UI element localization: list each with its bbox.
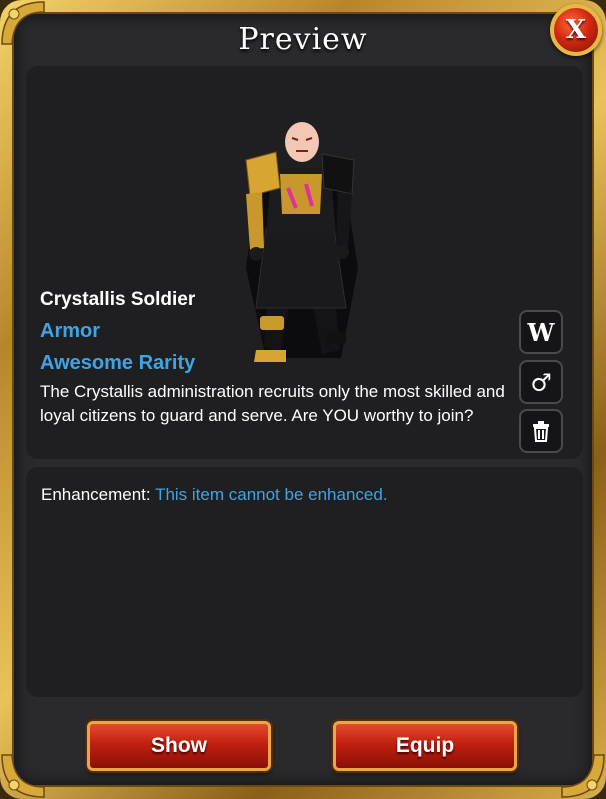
delete-button[interactable] <box>519 409 563 453</box>
close-button[interactable]: X <box>550 4 602 56</box>
item-rarity: Awesome Rarity <box>40 352 196 374</box>
wiki-icon: W <box>527 317 555 347</box>
close-icon: X <box>565 15 587 45</box>
equip-button[interactable]: Equip <box>333 721 517 771</box>
character-preview-image <box>245 122 358 362</box>
item-name: Crystallis Soldier <box>40 289 196 310</box>
show-button[interactable]: Show <box>87 721 271 771</box>
trash-icon <box>533 421 549 442</box>
bottom-left-ornament <box>1 754 45 798</box>
enhancement-line: Enhancement: This item cannot be enhance… <box>41 485 388 505</box>
gender-button[interactable]: ♂ <box>519 360 563 404</box>
item-description: The Crystallis administration recruits o… <box>40 382 505 425</box>
bottom-right-ornament <box>561 754 605 798</box>
window-title: Preview <box>238 22 368 57</box>
enhancement-value: This item cannot be enhanced. <box>155 485 388 504</box>
item-type: Armor <box>40 320 101 342</box>
enhancement-label: Enhancement: <box>41 485 151 504</box>
wiki-button[interactable]: W <box>519 310 563 354</box>
male-icon: ♂ <box>530 367 552 397</box>
